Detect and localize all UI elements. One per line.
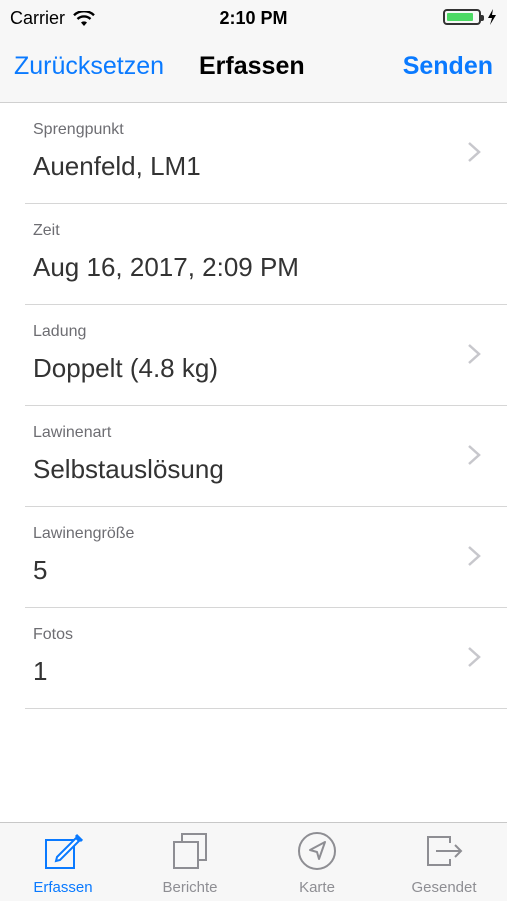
row-label: Zeit xyxy=(33,222,60,239)
tab-bar: Erfassen Berichte Karte Gesendet xyxy=(0,822,507,901)
row-zeit[interactable]: Zeit Aug 16, 2017, 2:09 PM xyxy=(25,204,507,305)
row-sprengpunkt[interactable]: Sprengpunkt Auenfeld, LM1 xyxy=(25,103,507,204)
row-value: Aug 16, 2017, 2:09 PM xyxy=(33,252,299,282)
row-lawinenart[interactable]: Lawinenart Selbstauslösung xyxy=(25,406,507,507)
battery-icon xyxy=(443,9,484,25)
chevron-right-icon xyxy=(468,142,481,162)
reset-button[interactable]: Zurücksetzen xyxy=(14,52,164,81)
battery-fill xyxy=(447,13,473,21)
tab-label: Gesendet xyxy=(411,879,477,896)
row-value: Auenfeld, LM1 xyxy=(33,151,201,181)
row-label: Lawinengröße xyxy=(33,525,135,542)
row-value: 1 xyxy=(33,656,48,686)
row-label: Lawinenart xyxy=(33,424,112,441)
compose-icon xyxy=(45,833,83,869)
status-bar: Carrier 2:10 PM xyxy=(0,0,507,36)
row-fotos[interactable]: Fotos 1 xyxy=(25,608,507,709)
row-value: 5 xyxy=(33,555,48,585)
tab-karte[interactable]: Karte xyxy=(254,823,380,901)
tab-berichte[interactable]: Berichte xyxy=(127,823,253,901)
status-time: 2:10 PM xyxy=(219,8,288,28)
row-label: Fotos xyxy=(33,626,74,643)
tab-erfassen[interactable]: Erfassen xyxy=(0,823,126,901)
status-right xyxy=(443,9,497,25)
chevron-right-icon xyxy=(468,647,481,667)
row-label: Sprengpunkt xyxy=(33,121,124,138)
tab-label: Karte xyxy=(299,879,335,896)
location-arrow-icon xyxy=(298,832,336,870)
row-lawinengroesse[interactable]: Lawinengröße 5 xyxy=(25,507,507,608)
battery-nub xyxy=(481,15,484,21)
chevron-right-icon xyxy=(468,344,481,364)
row-value: Doppelt (4.8 kg) xyxy=(33,353,218,383)
tab-label: Erfassen xyxy=(33,879,93,896)
row-value: Selbstauslösung xyxy=(33,454,224,484)
row-ladung[interactable]: Ladung Doppelt (4.8 kg) xyxy=(25,305,507,406)
tab-gesendet[interactable]: Gesendet xyxy=(381,823,507,901)
page-title: Erfassen xyxy=(199,52,305,80)
stacked-pages-icon xyxy=(173,833,207,869)
form-list: Sprengpunkt Auenfeld, LM1 Zeit Aug 16, 2… xyxy=(0,103,507,709)
row-label: Ladung xyxy=(33,323,87,340)
chevron-right-icon xyxy=(468,546,481,566)
tab-label: Berichte xyxy=(162,879,218,896)
send-button[interactable]: Senden xyxy=(403,52,493,81)
navigation-bar: Zurücksetzen Erfassen Senden xyxy=(0,36,507,103)
chevron-right-icon xyxy=(468,445,481,465)
charging-bolt-icon xyxy=(488,9,496,25)
export-icon xyxy=(427,836,463,866)
